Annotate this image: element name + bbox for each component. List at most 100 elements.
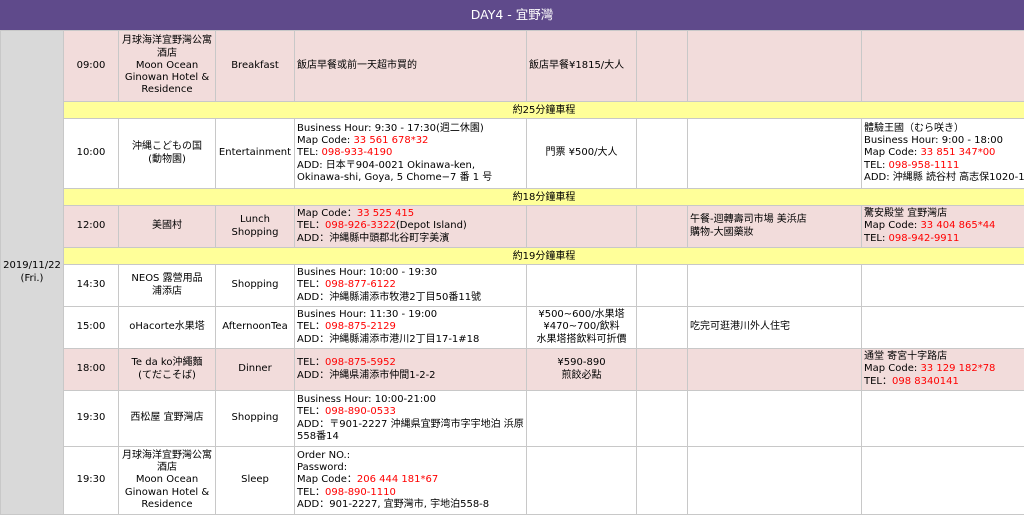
note-cell xyxy=(687,30,862,102)
tel-label: TEL： xyxy=(297,486,325,498)
tel-line: TEL: 098-933-4190 xyxy=(297,147,524,159)
place-line: (動物園) xyxy=(148,153,186,165)
tel-label: TEL: xyxy=(864,159,889,171)
mapcode-value: 33 525 415 xyxy=(356,208,415,220)
cost-line: 煎餃必點 xyxy=(561,369,602,381)
alt-hours: Business Hour: 9:00 - 18:00 xyxy=(864,135,1003,147)
place-cell: 西松屋 宜野灣店 xyxy=(118,390,216,447)
cost-cell: 飯店早餐¥1815/大人 xyxy=(526,30,637,102)
empty-cell xyxy=(636,390,688,447)
tel-value: 098-933-4190 xyxy=(321,147,393,159)
schedule-row: 19:30 西松屋 宜野灣店 Shopping Business Hour: 1… xyxy=(1,390,1024,447)
place-line: 月球海洋宜野灣公寓 xyxy=(122,35,212,47)
transit-row: 約19分鐘車程 xyxy=(1,247,1024,265)
tel-line: TEL：098-875-5952 xyxy=(297,357,524,369)
cost-cell xyxy=(526,205,637,248)
info-cell: Busines Hour: 11:30 - 19:00 TEL：098-875-… xyxy=(294,306,527,349)
tel-line: TEL：098-926-3322(Depot Island) xyxy=(297,220,524,232)
extra-cell xyxy=(861,390,1024,447)
empty-cell xyxy=(636,118,688,189)
place-line: 浦添店 xyxy=(152,285,182,297)
activity-cell: Entertainment xyxy=(215,118,295,189)
alt-tel-line: TEL：098 8340141 xyxy=(864,376,1022,388)
tel-line: TEL：098-875-2129 xyxy=(297,321,524,333)
cost-line: 水果塔搭飲料可折價 xyxy=(536,333,627,345)
cost-cell xyxy=(526,446,637,515)
alt-mapcode-line: Map Code: 33 404 865*44 xyxy=(864,220,1022,232)
tel-value: 098-875-2129 xyxy=(325,321,396,333)
note-line: 購物-大國藥妝 xyxy=(690,226,754,238)
info-cell: Business Hour: 10:00-21:00 TEL：098-890-0… xyxy=(294,390,527,447)
activity-cell: AfternoonTea xyxy=(215,306,295,349)
note-cell: 吃完可逛港川外人住宅 xyxy=(687,306,862,349)
empty-cell xyxy=(636,30,688,102)
schedule-table: 2019/11/22 (Fri.) 09:00 月球海洋宜野灣公寓 酒店 Moo… xyxy=(0,30,1024,515)
tel-value: 098-926-3322 xyxy=(325,220,396,232)
tel-label: TEL： xyxy=(864,375,892,387)
info-cell: Order NO.: Password: Map Code：206 444 18… xyxy=(294,446,527,515)
address-text: ADD：沖縄縣中頭郡北谷町字美濱 xyxy=(297,232,450,244)
tel-label: TEL： xyxy=(297,321,325,333)
time-cell: 18:00 xyxy=(63,348,119,391)
schedule-row: 2019/11/22 (Fri.) 09:00 月球海洋宜野灣公寓 酒店 Moo… xyxy=(0,30,1024,515)
hours-text: Business Hour: 9:30 - 17:30(週二休園) xyxy=(297,122,484,134)
alt-place-name: 驚安殿堂 宜野灣店 xyxy=(864,208,948,220)
tel-value: 098-875-5952 xyxy=(325,357,396,369)
tel-line: TEL：098-877-6122 xyxy=(297,279,524,291)
note-cell: 午餐-迴轉壽司市場 美浜店 購物-大國藥妝 xyxy=(687,205,862,248)
note-cell xyxy=(687,348,862,391)
extra-cell: 體驗王國（むら咲き） Business Hour: 9:00 - 18:00 M… xyxy=(861,118,1024,189)
empty-cell xyxy=(636,205,688,248)
tel-value: 098-890-0533 xyxy=(325,406,396,418)
tel-label: TEL： xyxy=(297,406,325,418)
order-number-text: Order NO.: xyxy=(297,449,351,461)
address-text: ADD：沖縄縣浦添市港川2丁目17-1#18 xyxy=(297,333,480,345)
schedule-row: 10:00 沖縄こどもの国 (動物園) Entertainment Busine… xyxy=(1,118,1024,189)
transit-row: 約18分鐘車程 xyxy=(1,188,1024,206)
tel-value: 098-942-9911 xyxy=(888,232,960,244)
activity-cell: Shopping xyxy=(215,264,295,307)
place-line: 酒店 xyxy=(157,47,177,59)
place-cell: 沖縄こどもの国 (動物園) xyxy=(118,118,216,189)
alt-tel-line: TEL: 098-942-9911 xyxy=(864,233,1022,245)
activity-line: Lunch xyxy=(240,214,270,226)
address-text: ADD：〒901-2227 沖縄県宜野湾市字宇地泊 浜原558番14 xyxy=(297,418,524,442)
day-title: DAY4 - 宜野灣 xyxy=(0,0,1024,30)
mapcode-label: Map Code: xyxy=(864,147,921,159)
empty-cell xyxy=(636,306,688,349)
tel-value: 098-890-1110 xyxy=(325,486,396,498)
mapcode-label: Map Code: xyxy=(864,363,921,375)
info-cell: Map Code：33 525 415 TEL：098-926-3322(Dep… xyxy=(294,205,527,248)
alt-address: ADD: 沖縄縣 読谷村 高志保1020-1 xyxy=(864,171,1024,183)
cost-cell: 門票 ¥500/大人 xyxy=(526,118,637,189)
time-cell: 19:30 xyxy=(63,390,119,447)
mapcode-label: Map Code: xyxy=(864,220,921,232)
empty-cell xyxy=(636,446,688,515)
transit-label: 約19分鐘車程 xyxy=(63,247,1024,265)
cost-cell xyxy=(526,264,637,307)
note-cell xyxy=(687,446,862,515)
tel-line: TEL：098-890-1110 xyxy=(297,487,524,499)
extra-cell xyxy=(861,446,1024,515)
place-cell: 月球海洋宜野灣公寓 酒店 Moon Ocean Ginowan Hotel & … xyxy=(118,30,216,102)
hours-text: Busines Hour: 11:30 - 19:00 xyxy=(297,309,438,321)
cost-cell xyxy=(526,390,637,447)
cost-line: ¥590-890 xyxy=(557,357,606,369)
time-cell: 19:30 xyxy=(63,446,119,515)
place-line: NEOS 露營用品 xyxy=(131,273,203,285)
hours-text: Business Hour: 10:00-21:00 xyxy=(297,393,436,405)
place-line: Residence xyxy=(141,84,193,96)
note-cell xyxy=(687,118,862,189)
mapcode-label: Map Code: xyxy=(297,135,354,147)
alt-mapcode-line: Map Code: 33 129 182*78 xyxy=(864,363,1022,375)
mapcode-label: Map Code： xyxy=(297,474,357,486)
hours-text: Busines Hour: 10:00 - 19:30 xyxy=(297,267,438,279)
note-cell xyxy=(687,264,862,307)
address-text: ADD：901-2227, 宜野灣市, 宇地泊558-8 xyxy=(297,498,490,510)
info-cell: TEL：098-875-5952 ADD：沖縄県浦添市仲間1-2-2 xyxy=(294,348,527,391)
time-cell: 15:00 xyxy=(63,306,119,349)
tel-label: TEL： xyxy=(297,357,325,369)
mapcode-label: Map Code： xyxy=(297,208,357,220)
schedule-row: 19:30 月球海洋宜野灣公寓 酒店 Moon Ocean Ginowan Ho… xyxy=(1,446,1024,515)
place-line: (てだこそば) xyxy=(138,369,196,381)
